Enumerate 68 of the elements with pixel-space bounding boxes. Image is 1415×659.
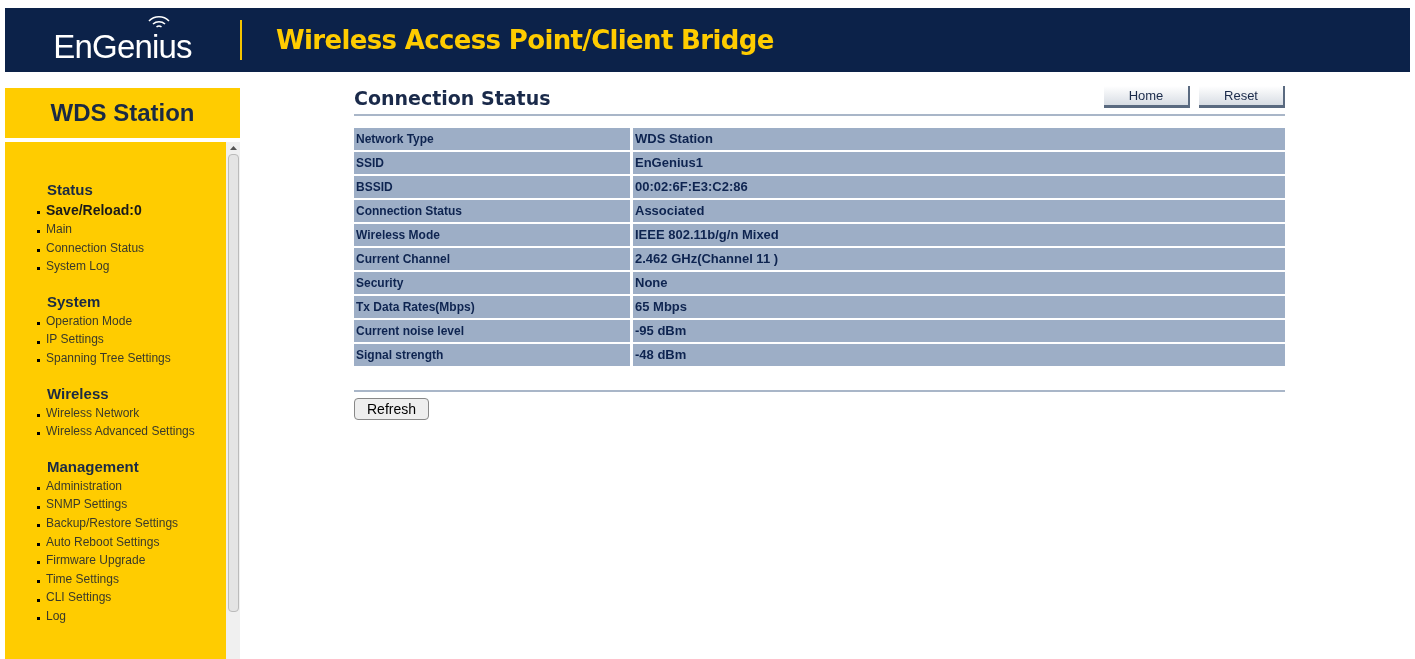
nav-link[interactable]: Spanning Tree Settings [46,348,171,368]
field-label: Current noise level [354,320,630,342]
field-value: -48 dBm [633,344,1285,366]
bullet-icon [37,432,40,436]
bullet-icon [37,487,40,491]
bullet-icon [37,340,40,344]
bullet-icon [37,248,40,252]
field-value: IEEE 802.11b/g/n Mixed [633,224,1285,246]
field-label: BSSID [354,176,630,198]
nav-link[interactable]: Backup/Restore Settings [46,513,179,533]
bullet-icon [37,580,40,583]
field-value: 00:02:6F:E3:C2:86 [633,176,1285,198]
bullet-icon [37,322,40,326]
nav-link[interactable]: CLI Settings [46,588,112,607]
nav-link[interactable]: Wireless Advanced Settings [46,422,195,441]
field-value: None [633,272,1285,294]
nav-link[interactable]: SNMP Settings [46,495,128,514]
section-heading: Wireless [47,383,110,404]
field-value: WDS Station [633,128,1285,150]
mode-title: WDS Station [50,98,195,128]
bullet-icon [37,617,40,621]
nav-link[interactable]: Main [46,220,72,239]
field-label: Signal strength [354,344,630,366]
field-label: Tx Data Rates(Mbps) [354,296,630,318]
field-label: Current Channel [354,248,630,270]
nav-link[interactable]: Log [46,606,67,626]
logo: EnGenius [53,30,192,64]
nav-link[interactable]: Auto Reboot Settings [46,532,160,552]
nav-button[interactable]: Home [1104,86,1190,108]
field-value: -95 dBm [633,320,1285,342]
nav-link[interactable]: Administration [46,476,123,496]
nav-link[interactable]: System Log [46,257,110,276]
header-title: Wireless Access Point/Client Bridge [276,23,774,57]
wifi-icon [146,13,172,28]
bullet-icon [37,598,40,602]
bullet-icon [37,561,40,565]
nav-link[interactable]: Wireless Network [46,403,140,423]
nav-link[interactable]: Firmware Upgrade [46,551,146,570]
bullet-icon [37,505,40,509]
nav-link[interactable]: Save/Reload:0 [46,200,142,220]
field-value: Associated [633,200,1285,222]
field-label: Security [354,272,630,294]
field-label: SSID [354,152,630,174]
bullet-icon [37,230,40,234]
nav-button[interactable]: Reset [1199,86,1285,108]
field-value: 2.462 GHz(Channel 11 ) [633,248,1285,270]
field-label: Connection Status [354,200,630,222]
scrollbar[interactable] [226,142,240,659]
bullet-icon [37,542,40,546]
field-value: EnGenius1 [633,152,1285,174]
nav-link[interactable]: Operation Mode [46,311,133,331]
nav-link[interactable]: Connection Status [46,238,145,258]
section-heading: Status [47,180,94,200]
bullet-icon [37,359,40,363]
nav-link[interactable]: IP Settings [46,330,104,349]
page-title: Connection Status [354,85,551,111]
bullet-icon [37,524,40,528]
section-heading: Management [47,456,140,477]
field-label: Wireless Mode [354,224,630,246]
bullet-icon [37,267,40,271]
field-label: Network Type [354,128,630,150]
bullet-icon [37,211,40,214]
scroll-up-icon[interactable] [229,146,237,150]
bullet-icon [37,413,40,417]
field-value: 65 Mbps [633,296,1285,318]
section-heading: System [47,291,102,312]
refresh-button[interactable]: Refresh [354,398,430,420]
nav-link[interactable]: Time Settings [46,569,119,589]
